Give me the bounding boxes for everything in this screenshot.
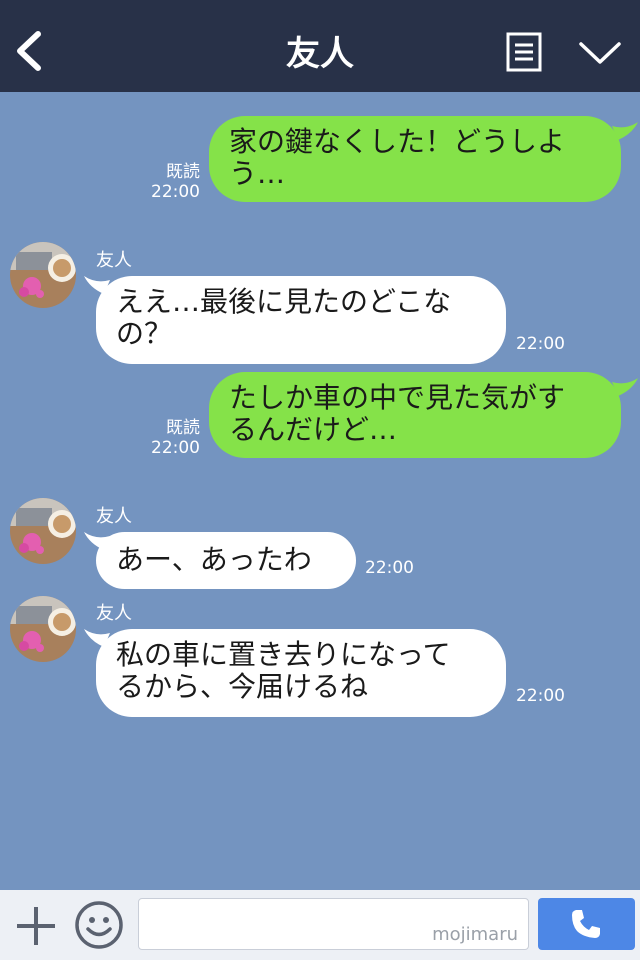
chevron-down-icon <box>579 42 621 64</box>
message-line: るんだけど… <box>229 413 398 446</box>
read-receipt: 既読 <box>166 162 200 182</box>
avatar[interactable] <box>10 242 76 308</box>
message-meta: 既読 22:00 <box>150 162 200 202</box>
smiley-icon <box>75 901 123 949</box>
read-receipt: 既読 <box>166 418 200 438</box>
back-button[interactable] <box>14 30 46 72</box>
bubble-tail <box>612 122 638 140</box>
phone-icon <box>572 910 600 938</box>
collapse-button[interactable] <box>578 40 622 68</box>
bubble-tail <box>612 378 638 396</box>
add-attachment-button[interactable] <box>14 904 58 948</box>
sender-name: 友人 <box>96 603 132 624</box>
message-time: 22:00 <box>365 558 414 578</box>
chat-title: 友人 <box>286 34 354 74</box>
message-line: ええ…最後に見たのどこな <box>116 285 452 318</box>
message-bubble-incoming[interactable]: あー、あったわ <box>96 532 356 589</box>
menu-button[interactable] <box>506 32 542 72</box>
avatar-image <box>10 242 76 308</box>
message-time: 22:00 <box>516 686 565 706</box>
watermark: mojimaru <box>432 924 518 945</box>
input-bar: mojimaru <box>0 890 640 960</box>
message-time: 22:00 <box>516 334 565 354</box>
avatar-image <box>10 498 76 564</box>
message-input[interactable]: mojimaru <box>138 898 529 950</box>
message-line: るから、今届けるね <box>116 670 369 703</box>
message-bubble-outgoing[interactable]: たしか車の中で見た気がす るんだけど… <box>209 372 621 458</box>
avatar[interactable] <box>10 596 76 662</box>
message-meta: 既読 22:00 <box>150 418 200 458</box>
message-bubble-outgoing[interactable]: 家の鍵なくした！どうしよ う… <box>209 116 621 202</box>
message-line: 家の鍵なくした！どうしよ <box>229 125 566 158</box>
chat-header: 友人 <box>0 0 640 92</box>
chat-area[interactable]: 既読 22:00 家の鍵なくした！どうしよ う… 友人 ええ…最後に見たのどこな… <box>0 92 640 890</box>
message-line: の？ <box>116 317 173 350</box>
sender-name: 友人 <box>96 506 132 527</box>
message-bubble-incoming[interactable]: 私の車に置き去りになって るから、今届けるね <box>96 629 506 717</box>
message-line: あー、あったわ <box>116 543 312 576</box>
message-time: 22:00 <box>151 182 200 202</box>
chevron-left-icon <box>17 31 41 71</box>
avatar-image <box>10 596 76 662</box>
list-icon <box>506 32 542 72</box>
message-time: 22:00 <box>151 438 200 458</box>
message-line: う… <box>229 157 286 190</box>
message-line: たしか車の中で見た気がす <box>229 381 566 414</box>
message-bubble-incoming[interactable]: ええ…最後に見たのどこな の？ <box>96 276 506 364</box>
sender-name: 友人 <box>96 250 132 271</box>
call-button[interactable] <box>538 898 635 950</box>
avatar[interactable] <box>10 498 76 564</box>
plus-icon <box>17 907 55 945</box>
message-line: 私の車に置き去りになって <box>116 638 451 671</box>
emoji-button[interactable] <box>74 900 124 950</box>
